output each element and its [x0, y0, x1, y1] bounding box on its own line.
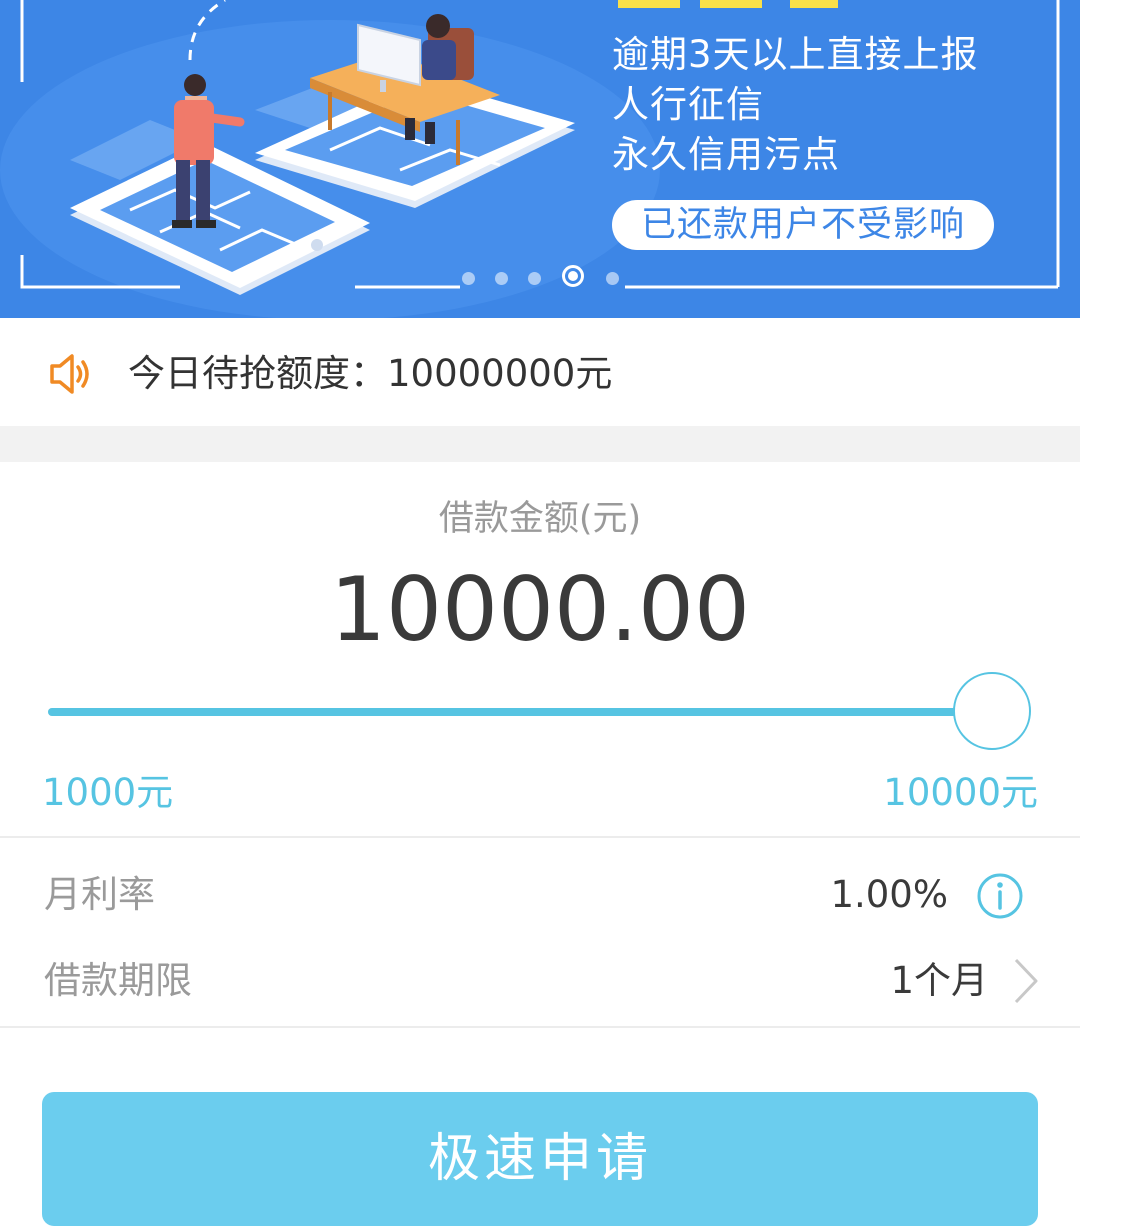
- carousel-dot[interactable]: [606, 272, 619, 285]
- notice-bar: 今日待抢额度：10000000元: [0, 318, 1080, 426]
- monthly-rate-row: 月利率 1.00%: [0, 852, 1080, 938]
- slider-thumb[interactable]: [953, 672, 1031, 750]
- loan-app-screen: 逾期3天以上直接上报 人行征信 永久信用污点 已还款用户不受影响 今日待抢额度：…: [0, 0, 1080, 1230]
- carousel-dot[interactable]: [462, 272, 475, 285]
- divider: [0, 1026, 1080, 1028]
- banner-carousel[interactable]: 逾期3天以上直接上报 人行征信 永久信用污点 已还款用户不受影响: [0, 0, 1080, 318]
- carousel-dot[interactable]: [528, 272, 541, 285]
- banner-line-3: 永久信用污点: [612, 133, 840, 176]
- slider-min-label: 1000元: [42, 771, 174, 814]
- loan-term-label: 借款期限: [44, 959, 192, 1002]
- apply-button[interactable]: 极速申请: [42, 1092, 1038, 1226]
- carousel-dots: [460, 264, 630, 292]
- loan-amount-label: 借款金额(元): [438, 499, 642, 539]
- loan-amount-value: 10000.00: [330, 558, 750, 661]
- slider-max-label: 10000元: [883, 771, 1038, 814]
- chevron-right-icon[interactable]: [1010, 956, 1040, 1006]
- divider: [0, 836, 1080, 838]
- daily-quota-text: 今日待抢额度：10000000元: [128, 352, 613, 395]
- info-icon[interactable]: [975, 871, 1025, 921]
- carousel-dot[interactable]: [495, 272, 508, 285]
- monthly-rate-label: 月利率: [44, 873, 155, 916]
- amount-slider[interactable]: [48, 672, 1031, 750]
- carousel-dot-active[interactable]: [562, 265, 584, 287]
- slider-fill: [48, 708, 992, 716]
- monthly-rate-value: 1.00%: [830, 873, 948, 916]
- banner-line-1: 逾期3天以上直接上报: [612, 33, 979, 76]
- banner-line-2: 人行征信: [612, 83, 764, 126]
- banner-pill-label: 已还款用户不受影响: [612, 200, 994, 250]
- loan-term-row[interactable]: 借款期限 1个月: [0, 938, 1080, 1024]
- speaker-icon: [50, 354, 89, 394]
- section-gap: [0, 426, 1080, 462]
- loan-term-value: 1个月: [890, 959, 988, 1002]
